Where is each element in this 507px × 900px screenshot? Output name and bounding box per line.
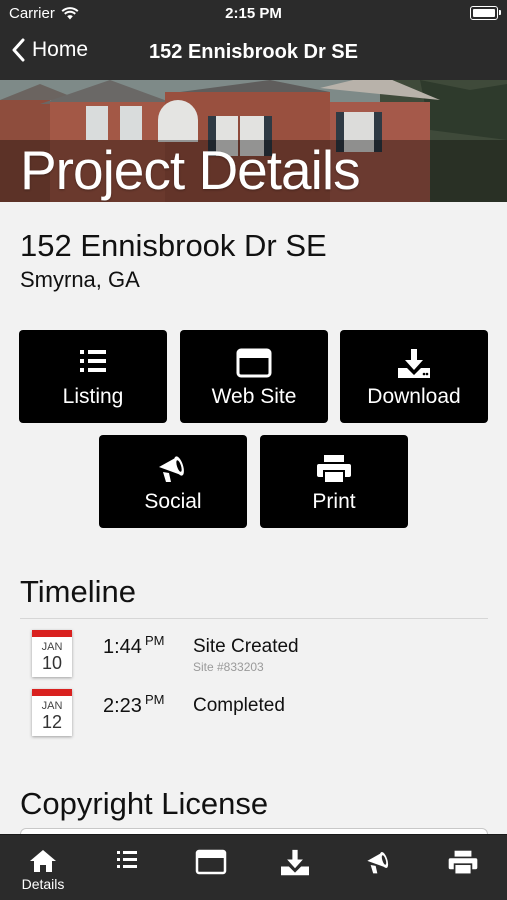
- project-city: Smyrna, GA: [20, 267, 140, 292]
- project-content[interactable]: 152 Ennisbrook Dr SE Smyrna, GA Listing …: [0, 202, 507, 834]
- print-button[interactable]: Print: [260, 435, 408, 528]
- download-icon: [281, 849, 309, 876]
- list-icon: [80, 350, 106, 372]
- timeline-title: Completed: [193, 695, 285, 716]
- browser-window-icon: [236, 348, 272, 378]
- timeline-item: JAN 10 1:44 PM Site Created Site #833203: [0, 630, 507, 680]
- download-icon: [398, 349, 430, 378]
- tab-bar: Details: [0, 834, 507, 900]
- navigation-bar: Home 152 Ennisbrook Dr SE: [0, 26, 507, 80]
- download-button[interactable]: Download: [340, 330, 488, 423]
- home-icon: [30, 850, 56, 872]
- status-time: 2:15 PM: [225, 5, 282, 22]
- calendar-day: 10: [41, 653, 63, 673]
- timeline-heading: Timeline: [20, 574, 136, 609]
- browser-window-icon: [195, 849, 227, 875]
- social-button[interactable]: Social: [99, 435, 247, 528]
- divider: [20, 618, 488, 619]
- battery-icon: [470, 6, 501, 20]
- list-icon: [117, 851, 137, 868]
- listing-button[interactable]: Listing: [19, 330, 167, 423]
- nav-title: 152 Ennisbrook Dr SE: [149, 41, 358, 63]
- web-site-button[interactable]: Web Site: [180, 330, 328, 423]
- tab-web-site[interactable]: [169, 835, 253, 900]
- print-label: Print: [312, 490, 356, 513]
- project-address: 152 Ennisbrook Dr SE: [20, 228, 327, 263]
- timeline-time: 2:23 PM: [103, 692, 164, 718]
- timeline-time-value: 2:23: [103, 695, 142, 717]
- tab-details-label: Details: [21, 876, 65, 892]
- hero-title: Project Details: [20, 139, 361, 201]
- status-bar: Carrier 2:15 PM: [0, 0, 507, 26]
- timeline-time-value: 1:44: [103, 636, 142, 658]
- megaphone-icon: [159, 456, 184, 482]
- timeline-title: Site Created: [193, 636, 299, 657]
- calendar-month: JAN: [41, 700, 63, 712]
- printer-icon: [317, 455, 351, 484]
- tab-print[interactable]: [421, 835, 505, 900]
- download-label: Download: [367, 385, 461, 408]
- calendar-icon: JAN 12: [32, 689, 72, 736]
- timeline-item: JAN 12 2:23 PM Completed: [0, 689, 507, 739]
- calendar-month: JAN: [41, 641, 63, 653]
- timeline-time: 1:44 PM: [103, 633, 164, 659]
- copyright-heading: Copyright License: [20, 786, 269, 821]
- calendar-icon: JAN 10: [32, 630, 72, 677]
- tab-details[interactable]: Details: [1, 835, 85, 900]
- listing-label: Listing: [62, 385, 124, 408]
- tab-download[interactable]: [253, 835, 337, 900]
- printer-icon: [448, 850, 478, 876]
- tab-listing[interactable]: [85, 835, 169, 900]
- web-site-label: Web Site: [211, 385, 297, 408]
- hero-banner: Project Details: [0, 80, 507, 202]
- social-label: Social: [144, 490, 202, 513]
- megaphone-icon: [367, 852, 389, 874]
- timeline-time-ampm: PM: [144, 633, 165, 648]
- timeline-subtitle: Site #833203: [193, 660, 264, 674]
- tab-social[interactable]: [337, 835, 421, 900]
- timeline-time-ampm: PM: [144, 692, 165, 707]
- calendar-day: 12: [41, 712, 63, 732]
